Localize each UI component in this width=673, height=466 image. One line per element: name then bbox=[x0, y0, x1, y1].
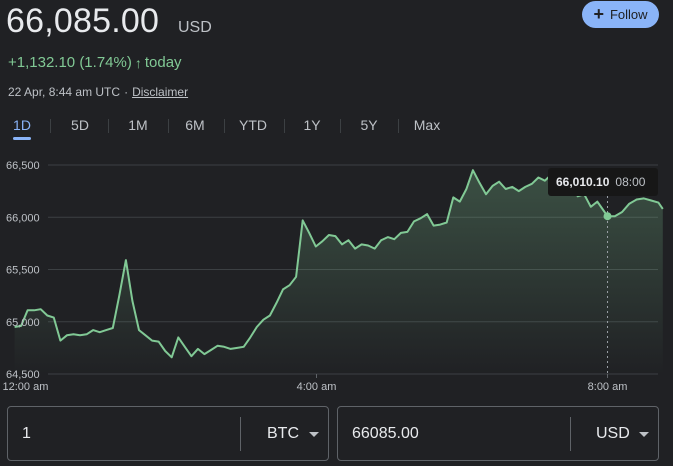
y-tick-label: 65,500 bbox=[6, 265, 40, 277]
to-unit-select[interactable]: USD bbox=[596, 425, 630, 443]
range-tabs: 1D 5D 1M 6M YTD 1Y 5Y Max bbox=[0, 112, 460, 142]
x-tick-label: 8:00 am bbox=[588, 381, 628, 393]
converter-divider bbox=[570, 417, 571, 451]
follow-label: Follow bbox=[609, 7, 648, 22]
quote-meta: 22 Apr, 8:44 am UTC · Disclaimer bbox=[8, 85, 188, 99]
change-period: today bbox=[144, 54, 182, 71]
tab-1y[interactable]: 1Y bbox=[298, 112, 326, 138]
tab-divider bbox=[168, 119, 169, 133]
y-tick-label: 66,500 bbox=[6, 160, 40, 172]
to-amount-input[interactable]: 66085.00 bbox=[352, 425, 419, 443]
tab-6m[interactable]: 6M bbox=[179, 112, 211, 138]
tab-divider bbox=[50, 119, 51, 133]
change-amount: +1,132.10 (1.74%) bbox=[8, 54, 132, 71]
chart-cursor-point bbox=[603, 212, 612, 221]
y-tick-label: 66,000 bbox=[6, 212, 40, 224]
y-tick-label: 64,500 bbox=[6, 369, 40, 381]
chart-area-fill bbox=[14, 170, 663, 374]
tab-1d[interactable]: 1D bbox=[9, 112, 35, 140]
to-converter: 66085.00 USD bbox=[337, 406, 659, 461]
tooltip-value: 66,010.10 bbox=[556, 175, 610, 189]
tab-5y[interactable]: 5Y bbox=[355, 112, 383, 138]
quote-timestamp: 22 Apr, 8:44 am UTC bbox=[8, 85, 121, 99]
tab-ytd[interactable]: YTD bbox=[235, 112, 271, 138]
converter-divider bbox=[240, 417, 241, 451]
tab-divider bbox=[284, 119, 285, 133]
tab-5d[interactable]: 5D bbox=[66, 112, 94, 138]
follow-button[interactable]: + Follow bbox=[582, 1, 659, 28]
tab-divider bbox=[224, 119, 225, 133]
chart-tooltip: 66,010.10 08:00 bbox=[548, 168, 658, 196]
x-tick-label: 4:00 am bbox=[297, 381, 337, 393]
meta-separator: · bbox=[124, 85, 129, 99]
chevron-down-icon[interactable] bbox=[639, 432, 649, 437]
tooltip-time: 08:00 bbox=[615, 175, 646, 189]
from-amount-input[interactable]: 1 bbox=[22, 425, 31, 443]
tab-divider bbox=[340, 119, 341, 133]
from-converter: 1 BTC bbox=[7, 406, 329, 461]
x-tick-label: 12:00 am bbox=[3, 381, 49, 393]
tab-max[interactable]: Max bbox=[410, 112, 444, 138]
arrow-up-icon: ↑ bbox=[134, 54, 142, 71]
price-currency: USD bbox=[178, 19, 212, 36]
tab-divider bbox=[398, 119, 399, 133]
tab-1m[interactable]: 1M bbox=[122, 112, 154, 138]
chevron-down-icon[interactable] bbox=[309, 432, 319, 437]
plus-icon: + bbox=[593, 3, 604, 24]
price-value: 66,085.00 bbox=[6, 2, 160, 40]
y-tick-label: 65,000 bbox=[6, 317, 40, 329]
price-change: +1,132.10 (1.74%) ↑ today bbox=[8, 54, 182, 71]
disclaimer-link[interactable]: Disclaimer bbox=[132, 85, 188, 99]
tab-divider bbox=[108, 119, 109, 133]
from-unit-select[interactable]: BTC bbox=[267, 425, 299, 443]
